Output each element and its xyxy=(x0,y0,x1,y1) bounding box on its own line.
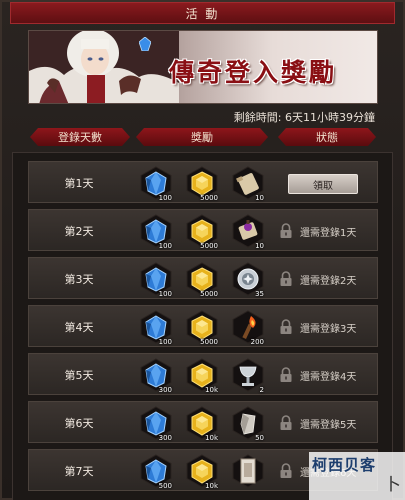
lock-icon xyxy=(279,319,293,335)
reward-quantity: 5000 xyxy=(200,194,218,202)
reward-quantity: 10k xyxy=(205,386,218,394)
reward-quantity: 100 xyxy=(158,290,172,298)
day-label: 第2天 xyxy=(64,225,94,238)
reward-quantity: 5000 xyxy=(200,290,218,298)
lock-icon xyxy=(279,271,293,287)
reward-row: 第4天 100 5000 200 還需登錄3天 xyxy=(28,305,378,347)
scroll-icon[interactable]: 10 xyxy=(231,166,265,202)
claim-button[interactable]: 領取 xyxy=(288,174,358,194)
gold-icon[interactable]: 5000 xyxy=(185,166,219,202)
stone-shard-icon[interactable]: 50 xyxy=(231,406,265,442)
lock-icon xyxy=(279,415,293,431)
header-status: 狀態 xyxy=(278,128,376,146)
reward-row: 第3天 100 5000 35 還需登錄2天 xyxy=(28,257,378,299)
window-title: 活 動 xyxy=(10,2,395,24)
gold-icon[interactable]: 10k xyxy=(185,406,219,442)
gem-icon[interactable]: 100 xyxy=(139,214,173,250)
reward-quantity: 35 xyxy=(255,290,264,298)
crystal-decoration-icon xyxy=(139,37,151,51)
reward-quantity: 100 xyxy=(158,194,172,202)
status-text: 還需登錄3天 xyxy=(300,323,357,335)
reward-quantity: 300 xyxy=(158,434,172,442)
chalice-icon[interactable]: 2 xyxy=(231,358,265,394)
reward-quantity: 10 xyxy=(255,194,264,202)
gold-icon[interactable]: 10k xyxy=(185,358,219,394)
header-rewards: 獎勵 xyxy=(136,128,268,146)
gem-icon[interactable]: 300 xyxy=(139,358,173,394)
day-label: 第6天 xyxy=(64,417,94,430)
gold-icon[interactable]: 5000 xyxy=(185,262,219,298)
reward-quantity: 50 xyxy=(255,434,264,442)
gem-icon[interactable]: 100 xyxy=(139,262,173,298)
lock-icon xyxy=(279,223,293,239)
watermark: 柯西贝客 卜 xyxy=(309,452,405,500)
reward-quantity: 5000 xyxy=(200,242,218,250)
banner-card-icon[interactable] xyxy=(231,454,265,488)
status-text: 還需登錄2天 xyxy=(300,275,357,287)
character-portrait xyxy=(29,31,179,103)
header-login-days: 登錄天數 xyxy=(30,128,130,146)
column-headers: 登錄天數 獎勵 狀態 xyxy=(28,128,378,146)
reward-quantity: 500 xyxy=(158,482,172,490)
reward-row: 第6天 300 10k 50 還需登錄5天 xyxy=(28,401,378,443)
reward-row: 第1天 100 5000 10 領取 xyxy=(28,161,378,203)
torch-icon[interactable]: 200 xyxy=(231,310,265,346)
status-text: 還需登錄1天 xyxy=(300,227,357,239)
status-text: 還需登錄5天 xyxy=(300,419,357,431)
reward-quantity: 5000 xyxy=(200,338,218,346)
day-label: 第7天 xyxy=(64,465,94,478)
gold-icon[interactable]: 10k xyxy=(185,454,219,490)
status-text: 還需登錄4天 xyxy=(300,371,357,383)
gem-icon[interactable]: 500 xyxy=(139,454,173,490)
day-label: 第5天 xyxy=(64,369,94,382)
reward-row: 第5天 300 10k 2 還需登錄4天 xyxy=(28,353,378,395)
day-label: 第4天 xyxy=(64,321,94,334)
remaining-time: 剩餘時間: 6天11小時39分鐘 xyxy=(233,111,375,124)
reward-quantity: 10k xyxy=(205,482,218,490)
reward-quantity: 300 xyxy=(158,386,172,394)
watermark-sub: 卜 xyxy=(384,475,401,495)
lock-icon xyxy=(279,367,293,383)
day-label: 第1天 xyxy=(64,177,94,190)
reward-quantity: 200 xyxy=(250,338,264,346)
reward-quantity: 10k xyxy=(205,434,218,442)
event-banner: 傳奇登入獎勵 xyxy=(28,30,378,104)
gold-icon[interactable]: 5000 xyxy=(185,310,219,346)
gold-icon[interactable]: 5000 xyxy=(185,214,219,250)
potion-scroll-icon[interactable]: 10 xyxy=(231,214,265,250)
reward-quantity: 100 xyxy=(158,242,172,250)
reward-quantity: 2 xyxy=(259,386,264,394)
banner-title: 傳奇登入獎勵 xyxy=(169,58,338,87)
gem-icon[interactable]: 100 xyxy=(139,166,173,202)
reward-quantity: 10 xyxy=(255,242,264,250)
reward-row: 第2天 100 5000 10 還需登錄1天 xyxy=(28,209,378,251)
reward-quantity: 100 xyxy=(158,338,172,346)
gem-icon[interactable]: 300 xyxy=(139,406,173,442)
day-label: 第3天 xyxy=(64,273,94,286)
gem-icon[interactable]: 100 xyxy=(139,310,173,346)
medal-icon[interactable]: 35 xyxy=(231,262,265,298)
lock-icon xyxy=(279,463,293,479)
watermark-text: 柯西贝客 xyxy=(312,456,377,474)
